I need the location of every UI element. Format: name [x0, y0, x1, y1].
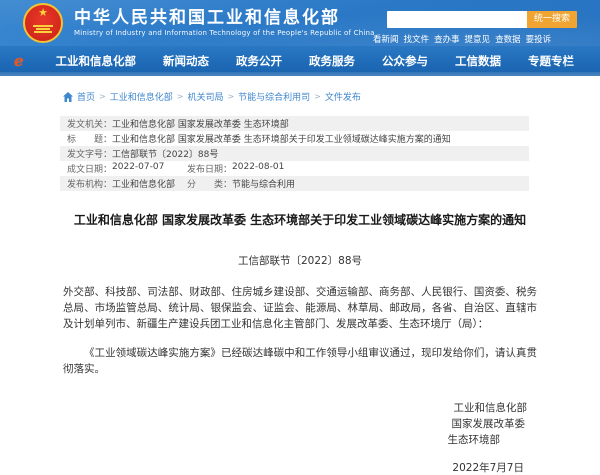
document-number: 工信部联节〔2022〕88号 — [237, 255, 363, 267]
breadcrumb: 首页 > 工业和信息化部 > 机关司局 > 节能与综合利用司 > 文件发布 — [0, 76, 600, 103]
document-title: 工业和信息化部 国家发展改革委 生态环境部关于印发工业领域碳达峰实施方案的通知 — [73, 213, 527, 227]
nav-item-special-topics[interactable]: 专题专栏 — [528, 53, 574, 69]
quick-links: 看新闻 找文件 查办事 提意见 查数据 要投诉 — [373, 33, 577, 45]
nav-item-gov-affairs[interactable]: 政务公开 — [236, 53, 282, 69]
signatory-miit: 工业和信息化部 — [453, 402, 528, 414]
site-subtitle: Ministry of Industry and Information Tec… — [74, 29, 375, 37]
breadcrumb-miit[interactable]: 工业和信息化部 — [110, 90, 173, 103]
paragraph-addressees: 外交部、科技部、司法部、财政部、住房城乡建设部、交通运输部、商务部、人民银行、国… — [63, 286, 537, 330]
quick-link-complaints[interactable]: 要投诉 — [526, 33, 552, 45]
search-area: 统一搜索 看新闻 找文件 查办事 提意见 查数据 要投诉 — [373, 11, 577, 45]
meta-row-dates: 成文日期： 2022-07-07 发布日期： 2022-08-01 — [67, 162, 285, 175]
document-body: 工业和信息化部 国家发展改革委 生态环境部关于印发工业领域碳达峰实施方案的通知 … — [63, 212, 537, 475]
nav-item-miit-data[interactable]: 工信数据 — [455, 53, 501, 69]
home-icon — [63, 91, 73, 102]
document-meta-table: 发文机关： 工业和信息化部 国家发展改革委 生态环境部 标 题： 工业和信息化部… — [60, 116, 529, 191]
nav-item-public-participation[interactable]: 公众参与 — [382, 53, 428, 69]
meta-row-title: 标 题： 工业和信息化部 国家发展改革委 生态环境部关于印发工业领域碳达峰实施方… — [67, 135, 451, 145]
quick-link-files[interactable]: 找文件 — [404, 33, 430, 45]
breadcrumb-document-release[interactable]: 文件发布 — [325, 90, 361, 103]
quick-link-data[interactable]: 查数据 — [495, 33, 521, 45]
main-nav: e 工业和信息化部 新闻动态 政务公开 政务服务 公众参与 工信数据 专题专栏 — [0, 46, 600, 76]
breadcrumb-home[interactable]: 首页 — [77, 90, 95, 103]
signature-block: 工业和信息化部 国家发展改革委 生态环境部 2022年7月7日 — [63, 400, 537, 475]
breadcrumb-energy-conservation-dept[interactable]: 节能与综合利用司 — [238, 90, 310, 103]
unified-search-input[interactable] — [387, 11, 527, 28]
site-header: ★ 中华人民共和国工业和信息化部 Ministry of Industry an… — [0, 0, 600, 46]
nav-item-gov-services[interactable]: 政务服务 — [309, 53, 355, 69]
quick-link-services[interactable]: 查办事 — [434, 33, 460, 45]
site-title: 中华人民共和国工业和信息化部 — [74, 8, 340, 28]
signature-date: 2022年7月7日 — [452, 462, 524, 474]
breadcrumb-departments[interactable]: 机关司局 — [187, 90, 223, 103]
meta-row-publisher-category: 发布机构： 工业和信息化部 分 类： 节能与综合利用 — [60, 176, 529, 191]
signatory-ndrc: 国家发展改革委 — [451, 418, 526, 430]
paragraph-body: 《工业领域碳达峰实施方案》已经碳达峰碳中和工作领导小组审议通过，现印发给你们，请… — [63, 347, 537, 375]
national-emblem-icon: ★ — [23, 3, 63, 43]
nav-item-miit[interactable]: 工业和信息化部 — [56, 53, 137, 69]
quick-link-news[interactable]: 看新闻 — [373, 33, 399, 45]
meta-row-doc-number: 发文字号： 工信部联节〔2022〕88号 — [60, 146, 529, 161]
signatory-mee: 生态环境部 — [447, 434, 501, 446]
nav-item-news[interactable]: 新闻动态 — [163, 53, 209, 69]
meta-row-issuing-agency: 发文机关： 工业和信息化部 国家发展改革委 生态环境部 — [60, 116, 529, 131]
miit-e-logo-icon: e — [14, 51, 24, 70]
quick-link-suggestions[interactable]: 提意见 — [465, 33, 491, 45]
unified-search-button[interactable]: 统一搜索 — [527, 11, 577, 28]
